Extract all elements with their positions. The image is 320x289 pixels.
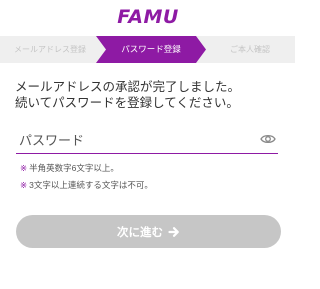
rule-text: 半角英数字6文字以上。 <box>29 163 119 173</box>
rule-text: 3文字以上連続する文字は不可。 <box>29 180 153 190</box>
next-button-label: 次に進む <box>117 226 163 239</box>
password-registration-page: FAMU メールアドレス登録 パスワード登録 ご本人確認 メールアドレスの承認が… <box>0 0 295 289</box>
rule-item: ※ 3文字以上連続する文字は不可。 <box>20 179 280 196</box>
instruction-message: メールアドレスの承認が完了しました。 続いてパスワードを登録してください。 <box>15 79 285 111</box>
note-mark: ※ <box>20 163 28 173</box>
step-identity-verification: ご本人確認 <box>230 45 270 54</box>
arrow-right-icon <box>168 226 179 237</box>
password-field <box>16 128 278 154</box>
rule-item: ※ 半角英数字6文字以上。 <box>20 162 280 179</box>
password-rules: ※ 半角英数字6文字以上。 ※ 3文字以上連続する文字は不可。 <box>20 162 280 196</box>
step-progress-bar: メールアドレス登録 パスワード登録 ご本人確認 <box>0 36 295 63</box>
message-line-2: 続いてパスワードを登録してください。 <box>15 96 239 110</box>
message-line-1: メールアドレスの承認が完了しました。 <box>15 80 241 94</box>
eye-icon[interactable] <box>260 133 276 145</box>
next-button[interactable]: 次に進む <box>16 215 281 248</box>
step-password-registration: パスワード登録 <box>96 36 206 63</box>
famu-logo: FAMU <box>117 6 179 28</box>
password-input[interactable] <box>16 128 249 152</box>
step-email-registration: メールアドレス登録 <box>14 45 86 54</box>
note-mark: ※ <box>20 180 28 190</box>
